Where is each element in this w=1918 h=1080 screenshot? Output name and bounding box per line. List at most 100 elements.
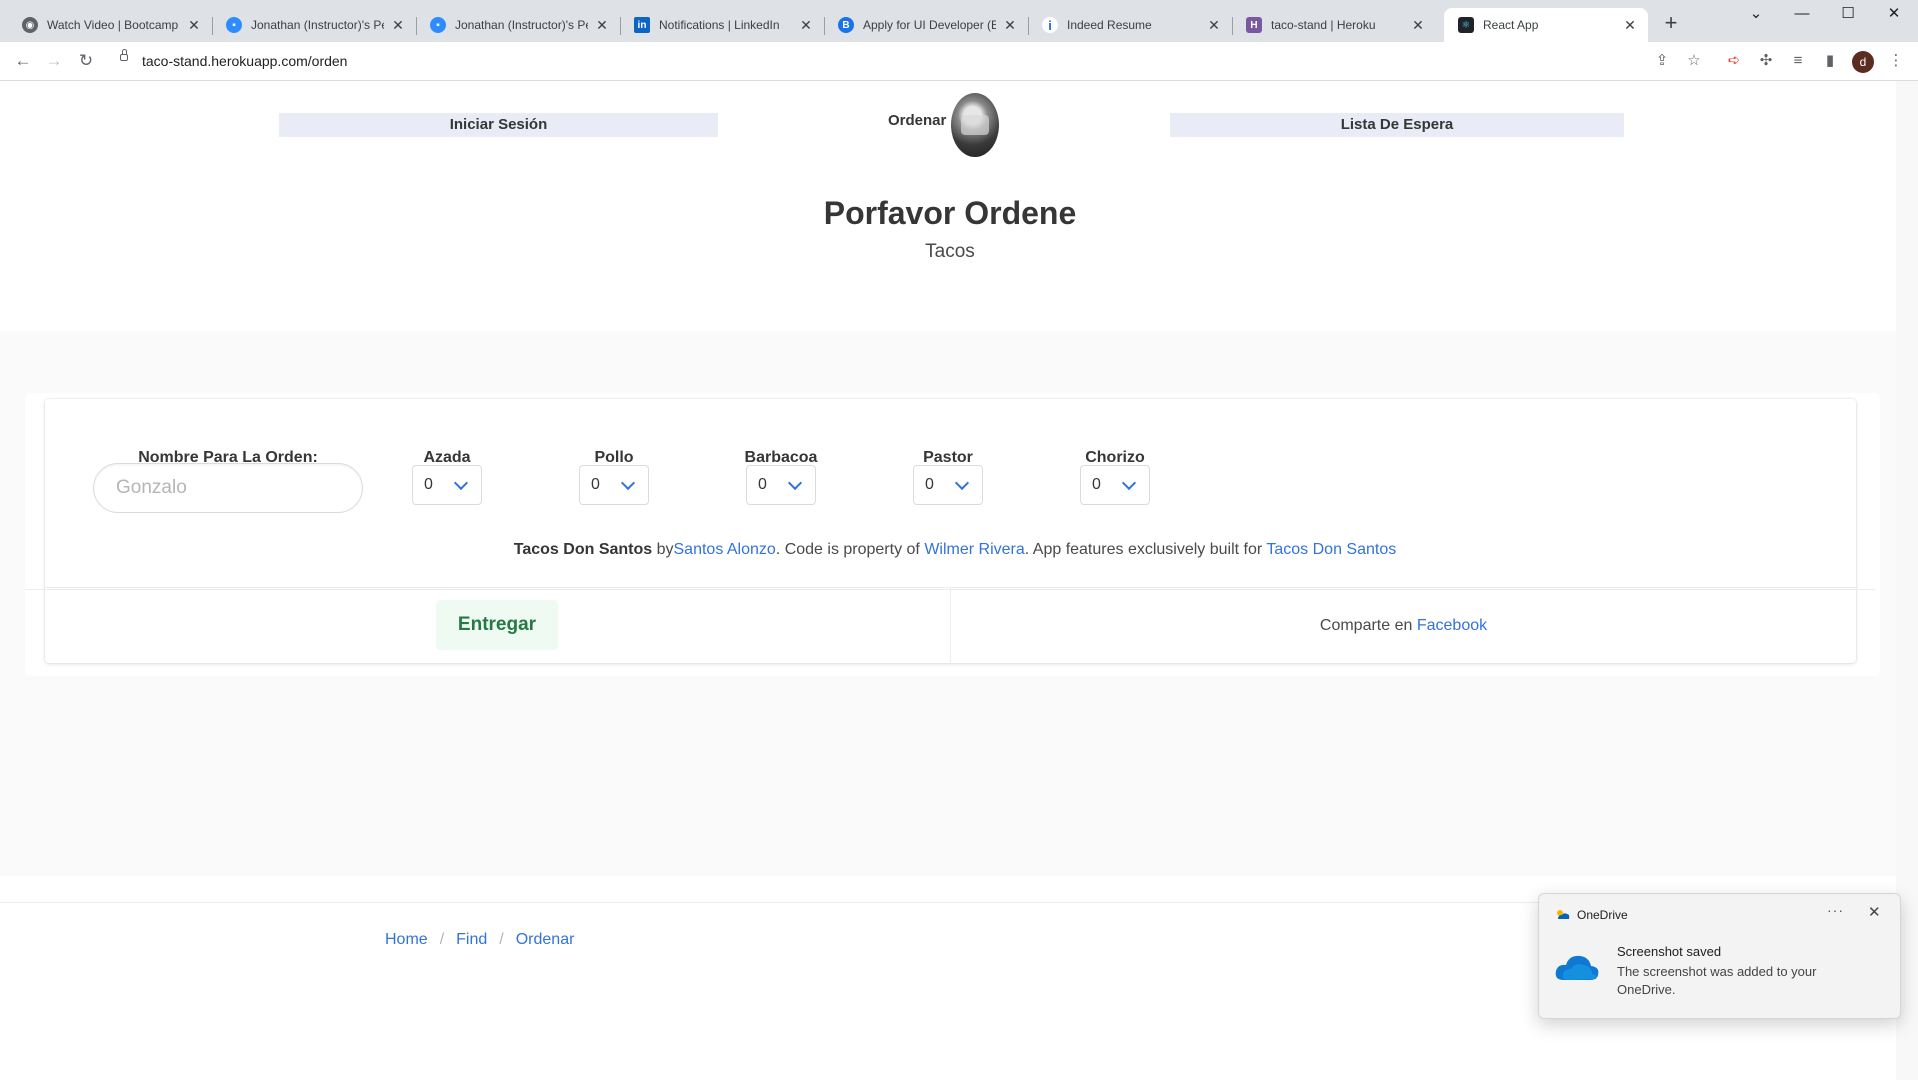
brand-avatar[interactable] [951,93,999,157]
close-window-button[interactable]: ✕ [1871,0,1917,30]
share-icon[interactable]: ⇪ [1651,50,1673,72]
toast-body: The screenshot was added to your OneDriv… [1617,964,1817,997]
toast-app-name: OneDrive [1577,908,1628,922]
tab-title: Notifications | LinkedIn [659,18,780,32]
side-panel-icon[interactable]: ▮ [1819,50,1841,72]
url-text[interactable]: taco-stand.herokuapp.com/orden [142,53,347,69]
browser-tab[interactable]: H taco-stand | Heroku ✕ [1232,8,1436,42]
close-icon[interactable]: ✕ [1410,17,1426,34]
tab-search-icon[interactable]: ⌄ [1733,0,1779,30]
credits-brand: Tacos Don Santos [513,541,653,558]
author-link[interactable]: Santos Alonzo [674,541,776,558]
maximize-button[interactable]: ☐ [1825,0,1871,30]
credits-property-text: . Code is property of [775,541,925,558]
extension-icon[interactable]: ➪ [1723,50,1745,72]
barbacoa-quantity-select[interactable]: 0 [746,465,816,505]
owner-link[interactable]: Wilmer Rivera [924,541,1024,558]
browser-tab-active[interactable]: ⚛ React App ✕ [1444,8,1648,42]
share-text: Comparte en [1319,617,1413,634]
azada-quantity-select[interactable]: 0 [412,465,482,505]
credits-line: Tacos Don Santos bySantos Alonzo. Code i… [0,541,1910,559]
pastor-quantity-select[interactable]: 0 [913,465,983,505]
order-name-input[interactable] [93,463,363,513]
select-value: 0 [758,476,767,493]
select-value: 0 [1092,476,1101,493]
zoom-icon: ▪ [226,17,242,33]
close-icon[interactable]: ✕ [594,17,610,34]
back-button[interactable]: ← [10,48,36,74]
tab-title: Watch Video | Bootcamp S [47,18,180,32]
tab-title: taco-stand | Heroku [1271,18,1376,32]
close-icon[interactable]: ✕ [1622,17,1638,34]
browser-toolbar: ← → ↻ taco-stand.herokuapp.com/orden [0,42,1918,81]
nav-waitlist-link[interactable]: Lista De Espera [1170,113,1624,137]
close-icon[interactable]: ✕ [390,17,406,34]
new-tab-button[interactable]: + [1657,10,1685,38]
menu-kebab-icon[interactable]: ⋮ [1885,50,1907,72]
select-value: 0 [925,476,934,493]
profile-avatar[interactable]: d [1852,51,1874,73]
breadcrumb-find[interactable]: Find [456,931,487,948]
chevron-down-icon [954,475,970,491]
card-footer-left: Entregar [45,588,951,664]
heroku-icon: H [1246,17,1262,33]
order-card: Nombre Para La Orden: Azada 0 Pollo 0 Ba… [45,399,1856,664]
bookmark-star-icon[interactable]: ☆ [1683,50,1705,72]
onedrive-cloud-icon [1555,955,1599,980]
client-link[interactable]: Tacos Don Santos [1266,541,1396,558]
select-value: 0 [424,476,433,493]
nav-login-link[interactable]: Iniciar Sesión [279,113,718,137]
puzzle-icon[interactable]: ✣ [1755,50,1777,72]
tab-title: Indeed Resume [1067,18,1152,32]
toast-title: Screenshot saved [1617,944,1722,959]
more-options-icon[interactable]: ··· [1827,902,1844,918]
minimize-button[interactable]: — [1779,0,1825,30]
close-icon[interactable]: ✕ [186,17,202,34]
nav-brand-label[interactable]: Ordenar [888,112,946,129]
tab-title: React App [1483,18,1539,32]
browser-tab[interactable]: B Apply for UI Developer (En ✕ [824,8,1029,42]
indeed-icon: i [1042,17,1058,33]
react-icon: ⚛ [1458,17,1474,33]
credits-built-text: . App features exclusively built for [1024,541,1267,558]
page-title: Porfavor Ordene [823,195,1077,231]
zoom-icon: ▪ [430,17,446,33]
chevron-down-icon [1121,475,1137,491]
tab-title: Apply for UI Developer (En [863,18,996,32]
breadcrumb: Home / Find / Ordenar [385,931,575,948]
tab-title: Jonathan (Instructor)'s Per [251,18,384,32]
chevron-down-icon [453,475,469,491]
browser-tab-bar: ◉ Watch Video | Bootcamp S ✕ ▪ Jonathan … [0,0,1918,42]
close-icon[interactable]: ✕ [1868,903,1881,921]
lock-icon [120,49,128,61]
chevron-down-icon [620,475,636,491]
hero-section: Porfavor Ordene Tacos [0,181,1918,331]
close-icon[interactable]: ✕ [1002,17,1018,34]
card-footer: Entregar Comparte en Facebook [45,587,1856,664]
reload-button[interactable]: ↻ [73,48,99,74]
breadcrumb-ordenar[interactable]: Ordenar [516,931,575,948]
tab-title: Jonathan (Instructor)'s Per [455,18,588,32]
close-icon[interactable]: ✕ [798,17,814,34]
breadcrumb-home[interactable]: Home [385,931,428,948]
forward-button[interactable]: → [41,48,67,74]
pollo-quantity-select[interactable]: 0 [579,465,649,505]
browser-tab[interactable]: ◉ Watch Video | Bootcamp S ✕ [8,8,213,42]
facebook-share-link[interactable]: Facebook [1417,617,1487,634]
close-icon[interactable]: ✕ [1206,17,1222,34]
browser-tab[interactable]: ▪ Jonathan (Instructor)'s Per ✕ [416,8,621,42]
address-bar[interactable]: taco-stand.herokuapp.com/orden [108,46,1638,76]
linkedin-icon: in [634,17,650,33]
globe-icon: ◉ [22,17,38,33]
media-control-icon[interactable]: ≡ [1787,50,1809,72]
browser-tab[interactable]: i Indeed Resume ✕ [1028,8,1233,42]
submit-order-button[interactable]: Entregar [436,600,558,650]
browser-tab[interactable]: ▪ Jonathan (Instructor)'s Per ✕ [212,8,417,42]
share-footer: Comparte en Facebook [951,588,1856,664]
onedrive-notification[interactable]: OneDrive ··· ✕ Screenshot saved The scre… [1538,893,1901,1019]
chorizo-quantity-select[interactable]: 0 [1080,465,1150,505]
b-icon: B [838,17,854,33]
page-subtitle: Tacos [925,241,975,262]
onedrive-small-icon [1557,910,1570,919]
browser-tab[interactable]: in Notifications | LinkedIn ✕ [620,8,825,42]
